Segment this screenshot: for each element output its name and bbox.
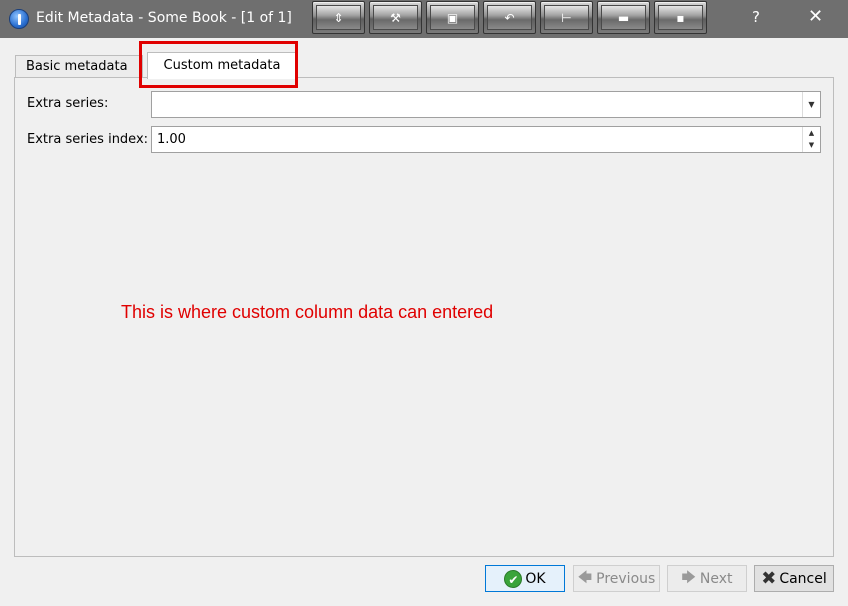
arrow-right-icon: 🡆 bbox=[681, 569, 696, 586]
wrench-button[interactable]: ⚒ bbox=[369, 1, 422, 34]
arrow-left-icon: 🡄 bbox=[577, 569, 593, 586]
restore-button[interactable]: ▪ bbox=[654, 1, 707, 34]
calibre-app-icon bbox=[9, 9, 29, 29]
cancel-button-label: Cancel bbox=[779, 570, 827, 587]
tab-custom-metadata[interactable]: Custom metadata bbox=[147, 52, 297, 79]
spin-buttons: ▲ ▼ bbox=[802, 127, 820, 152]
title-toolbar: ⇕ ⚒ ▣ ↶ ⊢ ▬ ▪ bbox=[312, 1, 711, 36]
extra-series-index-label: Extra series index: bbox=[27, 132, 149, 147]
next-button-label: Next bbox=[699, 570, 733, 587]
cancel-button[interactable]: ✖ Cancel bbox=[754, 565, 834, 592]
spin-up-icon[interactable]: ▲ bbox=[803, 127, 820, 139]
previous-button[interactable]: 🡄 Previous bbox=[573, 565, 660, 592]
minimize-button[interactable]: ▬ bbox=[597, 1, 650, 34]
frame-button[interactable]: ▣ bbox=[426, 1, 479, 34]
tab-custom-metadata-label: Custom metadata bbox=[163, 58, 281, 73]
extra-series-index-spinbox: ▲ ▼ bbox=[151, 126, 821, 153]
title-bar: Edit Metadata - Some Book - [1 of 1] ⇕ ⚒… bbox=[0, 0, 848, 38]
tab-basic-metadata-label: Basic metadata bbox=[26, 59, 128, 74]
undo-button[interactable]: ↶ bbox=[483, 1, 536, 34]
undo-icon: ↶ bbox=[504, 10, 515, 25]
help-button[interactable]: ? bbox=[752, 8, 760, 26]
next-button[interactable]: 🡆 Next bbox=[667, 565, 747, 592]
ok-button-label: OK bbox=[525, 570, 546, 587]
tab-basic-metadata[interactable]: Basic metadata bbox=[15, 55, 143, 78]
previous-button-label: Previous bbox=[596, 570, 656, 587]
extra-series-combobox[interactable]: ▼ bbox=[151, 91, 821, 118]
extra-series-label: Extra series: bbox=[27, 96, 109, 111]
annotation-text: This is where custom column data can ent… bbox=[121, 302, 494, 322]
pin-button[interactable]: ⊢ bbox=[540, 1, 593, 34]
window-title: Edit Metadata - Some Book - [1 of 1] bbox=[36, 10, 292, 26]
frame-icon: ▣ bbox=[446, 10, 459, 25]
wrench-icon: ⚒ bbox=[390, 10, 401, 25]
cancel-x-icon: ✖ bbox=[761, 568, 777, 589]
minimize-icon: ▬ bbox=[617, 10, 630, 25]
close-button[interactable]: ✕ bbox=[808, 6, 823, 27]
small-square-icon: ▪ bbox=[676, 10, 685, 25]
checkmark-icon: ✔ bbox=[504, 569, 523, 588]
pin-icon: ⊢ bbox=[561, 10, 572, 25]
chevron-down-icon[interactable]: ▼ bbox=[802, 92, 820, 117]
spread-vertical-icon: ⇕ bbox=[333, 10, 344, 25]
ok-button[interactable]: ✔ OK bbox=[485, 565, 565, 592]
extra-series-index-input[interactable] bbox=[152, 127, 802, 152]
spin-down-icon[interactable]: ▼ bbox=[803, 139, 820, 151]
spread-vertical-button[interactable]: ⇕ bbox=[312, 1, 365, 34]
